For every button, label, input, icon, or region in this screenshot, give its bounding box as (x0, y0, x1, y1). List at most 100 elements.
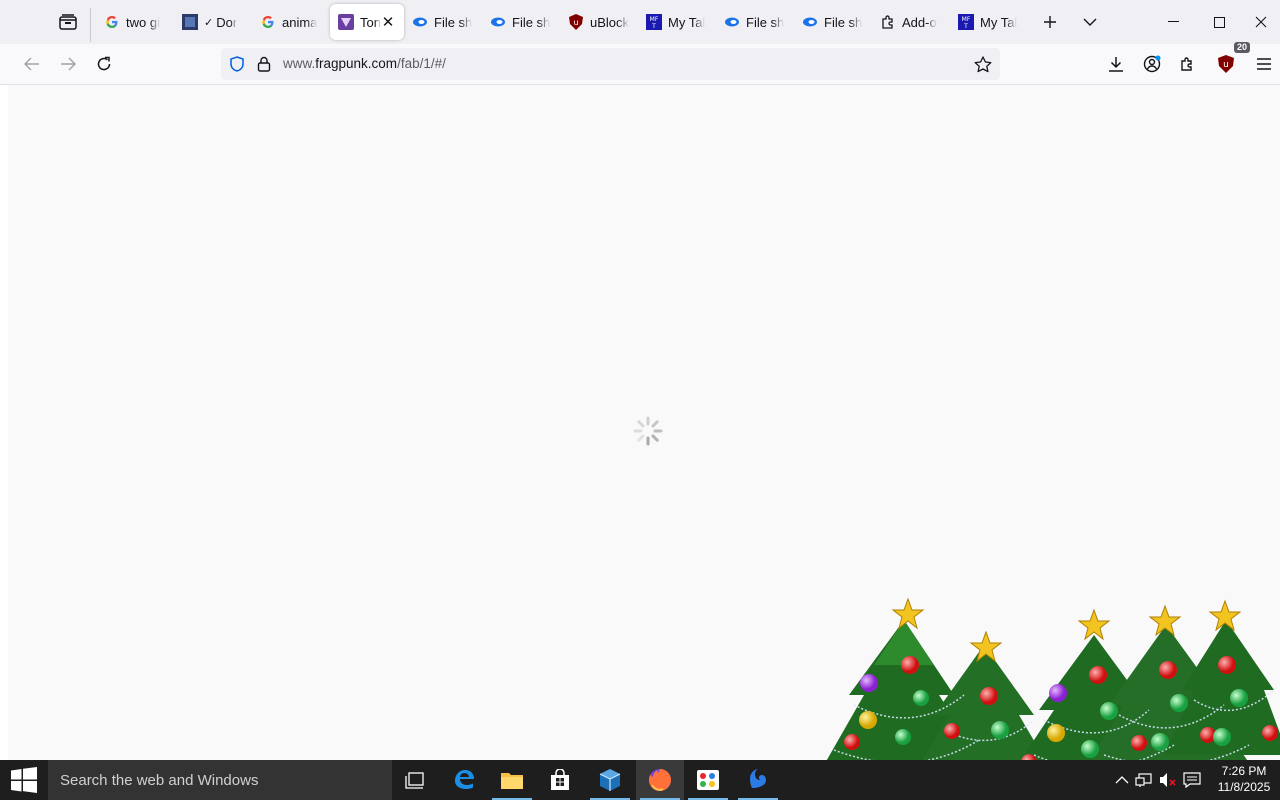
close-tab-icon[interactable]: ✕ (380, 14, 396, 31)
tab-file-share-2[interactable]: File sh (482, 4, 560, 40)
tab-file-share-3[interactable]: File sh (716, 4, 794, 40)
swan-icon (750, 769, 766, 788)
paint-palette-icon (697, 770, 719, 790)
url-text[interactable]: www.fragpunk.com/fab/1/#/ (283, 56, 446, 71)
google-icon (260, 14, 276, 30)
svg-text:T: T (651, 23, 656, 30)
christmas-trees-overlay (826, 597, 1280, 760)
edge-taskbar-button[interactable] (440, 760, 488, 800)
plus-icon (1044, 16, 1056, 28)
file-share-icon (490, 14, 506, 30)
file-share-icon (802, 14, 818, 30)
store-bag-icon (551, 769, 569, 790)
search-placeholder: Search the web and Windows (60, 771, 259, 789)
tab-list: two gi ✓ Dor anima Ton ✕ File sh File sh… (96, 4, 1028, 42)
puzzle-icon (880, 14, 896, 30)
notifications-icon (1183, 772, 1201, 788)
check-icon: ✓ (204, 16, 214, 29)
show-hidden-icons-button[interactable] (1112, 770, 1132, 790)
tab-file-share-4[interactable]: File sh (794, 4, 872, 40)
firefox-icon (649, 769, 671, 791)
clock-date: 11/8/2025 (1217, 780, 1271, 794)
svg-text:T: T (963, 23, 968, 30)
taskbar-search-box[interactable]: Search the web and Windows (48, 760, 392, 800)
tab-title: two gi (126, 14, 160, 30)
mft-icon: MF T (646, 14, 662, 30)
taskbar-clock[interactable]: 7:26 PM 11/8/2025 (1208, 763, 1280, 795)
url-host: fragpunk.com (315, 56, 398, 71)
minimize-button[interactable] (1150, 4, 1196, 40)
edge-icon (455, 770, 474, 789)
folder-icon (501, 773, 523, 789)
tab-title: Add-o (902, 14, 937, 30)
downloads-button[interactable] (1100, 48, 1132, 80)
tab-title: File sh (746, 14, 785, 30)
tab-separator (90, 8, 91, 42)
tab-ton-active[interactable]: Ton ✕ (330, 4, 404, 40)
tab-file-share-1[interactable]: File sh (404, 4, 482, 40)
back-button[interactable] (16, 48, 48, 80)
download-icon (1109, 57, 1123, 72)
start-button[interactable] (0, 760, 48, 800)
firefox-view-button[interactable] (52, 6, 84, 38)
ublock-icon: u (568, 14, 584, 30)
tab-my-tal-2[interactable]: MF T My Tal (950, 4, 1028, 40)
svg-text:MF: MF (962, 16, 971, 23)
tab-ublock[interactable]: u uBlock (560, 4, 638, 40)
task-view-button[interactable] (392, 760, 440, 800)
menu-button[interactable] (1248, 48, 1280, 80)
forward-button[interactable] (52, 48, 84, 80)
firefox-taskbar-button[interactable] (636, 760, 684, 800)
task-view-icon (405, 772, 424, 789)
paint-taskbar-button[interactable] (684, 760, 732, 800)
reload-button[interactable] (88, 48, 120, 80)
maximize-icon (1213, 16, 1225, 28)
clock-time: 7:26 PM (1221, 764, 1267, 778)
tab-anima[interactable]: anima (252, 4, 330, 40)
tab-two-gi[interactable]: two gi (96, 4, 174, 40)
tab-title: Dor (216, 14, 238, 30)
tab-title: File sh (512, 14, 551, 30)
file-explorer-taskbar-button[interactable] (488, 760, 536, 800)
close-window-button[interactable] (1242, 4, 1280, 40)
checklist-icon (182, 14, 198, 30)
tab-dor[interactable]: ✓ Dor (174, 4, 252, 40)
puzzle-icon (1181, 57, 1192, 71)
network-tray-button[interactable] (1134, 770, 1154, 790)
windows-taskbar: Search the web and Windows 7:26 PM 11/8/… (0, 760, 1280, 800)
store-taskbar-button[interactable] (536, 760, 584, 800)
virtualbox-taskbar-button[interactable] (586, 760, 634, 800)
address-bar[interactable]: www.fragpunk.com/fab/1/#/ (221, 48, 1000, 80)
account-button[interactable] (1136, 48, 1168, 80)
ublock-button[interactable]: u 20 (1210, 42, 1250, 80)
loading-spinner (633, 416, 663, 446)
tab-strip: two gi ✓ Dor anima Ton ✕ File sh File sh… (0, 0, 1280, 44)
new-tab-button[interactable] (1036, 8, 1064, 36)
url-prefix: www. (283, 56, 316, 71)
maximize-button[interactable] (1196, 4, 1242, 40)
action-center-button[interactable] (1182, 770, 1202, 790)
arrow-left-icon (24, 57, 39, 71)
close-icon (1255, 16, 1267, 28)
svg-text:u: u (1223, 60, 1229, 70)
site-icon (338, 14, 354, 30)
volume-tray-button[interactable] (1158, 770, 1178, 790)
extensions-button[interactable] (1172, 48, 1204, 80)
hamburger-menu-icon (1257, 58, 1271, 70)
page-content (8, 85, 1280, 760)
firefox-view-icon (59, 14, 77, 30)
tab-title: My Tal (668, 14, 706, 30)
svg-text:u: u (573, 18, 578, 27)
reload-icon (97, 56, 111, 71)
list-all-tabs-button[interactable] (1076, 8, 1104, 36)
tab-add-ons[interactable]: Add-o (872, 4, 950, 40)
windows-logo-icon (11, 767, 37, 793)
bookmark-star-button[interactable] (972, 54, 994, 74)
url-path: /fab/1/#/ (397, 56, 446, 71)
window-edge (0, 85, 8, 760)
tab-my-tal-1[interactable]: MF T My Tal (638, 4, 716, 40)
tracking-protection-shield-icon[interactable] (229, 56, 245, 77)
arrow-right-icon (61, 57, 76, 71)
lock-icon[interactable] (257, 56, 271, 77)
app-taskbar-button[interactable] (734, 760, 782, 800)
